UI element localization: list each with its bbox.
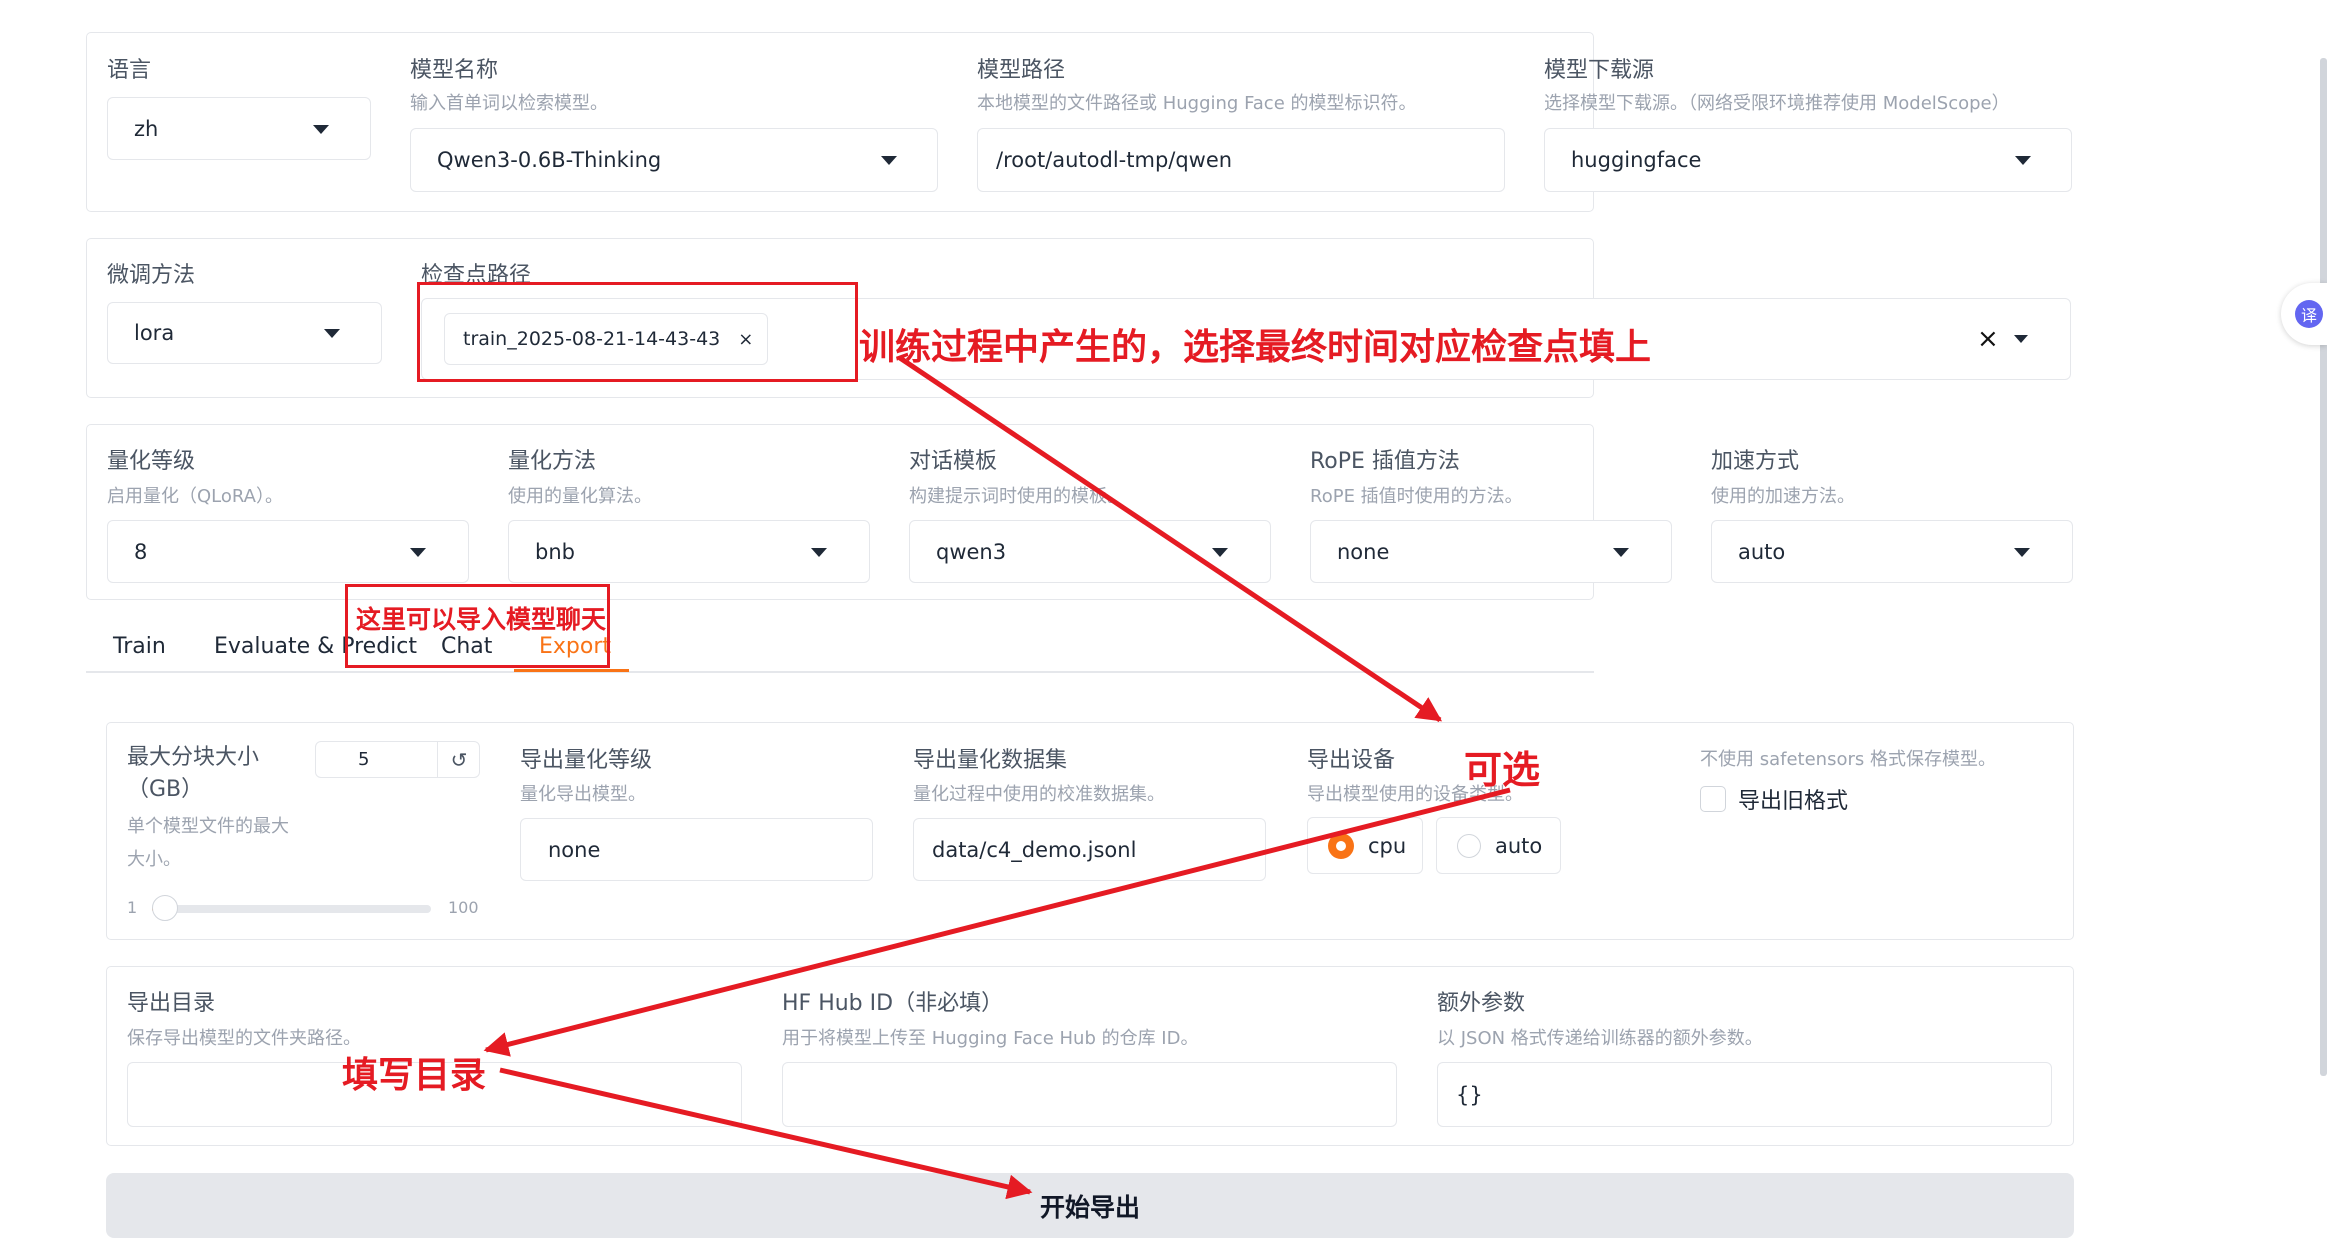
arrow-checkpoint-to-optional [898,355,1443,723]
annotation-arrows [483,355,1511,1200]
arrow-dir-to-button [499,1067,1033,1200]
arrow-optional-to-dir [483,787,1511,1057]
